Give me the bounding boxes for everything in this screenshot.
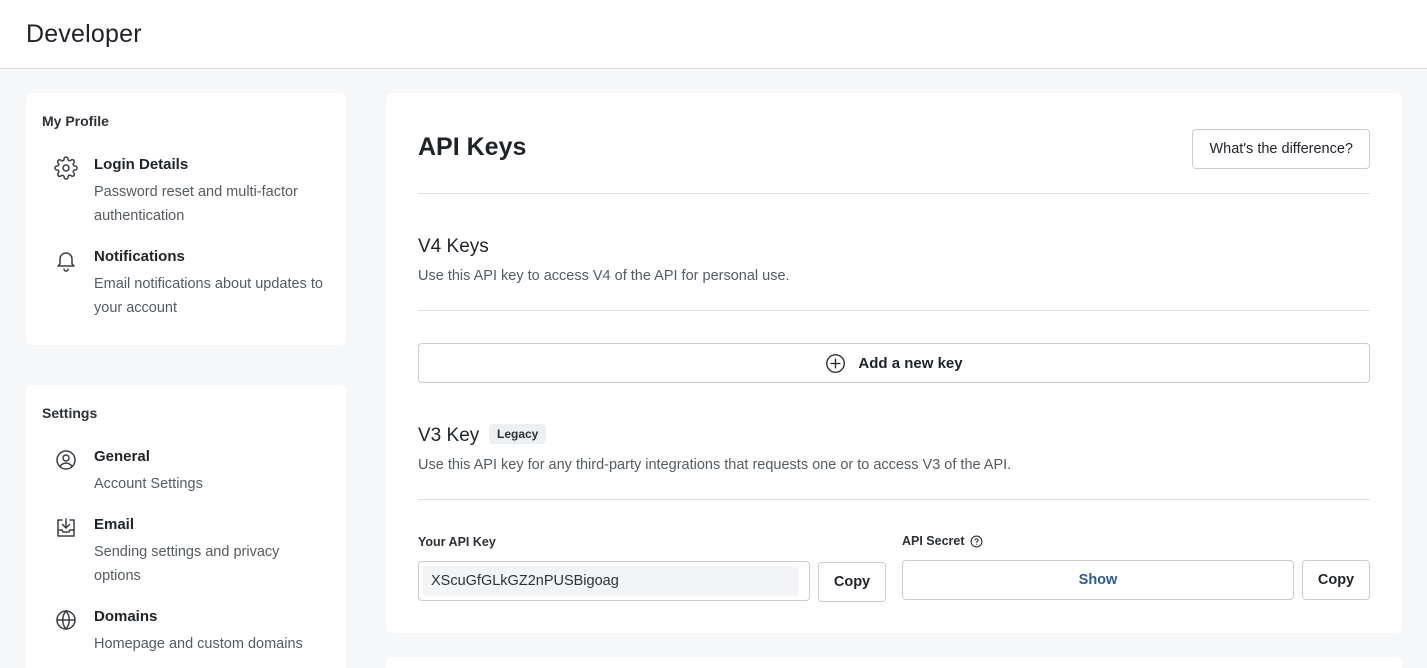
v3-key-title: V3 Key: [418, 425, 480, 446]
api-key-field[interactable]: XScuGfGLkGZ2nPUSBigoag: [418, 561, 810, 601]
sidebar-item-desc: Sending settings and privacy options: [94, 544, 280, 584]
sidebar-item-desc: Password reset and multi-factor authenti…: [94, 184, 298, 224]
page-title: Developer: [26, 20, 142, 48]
globe-icon: [54, 608, 78, 632]
api-secret-label-text: API Secret: [902, 534, 965, 548]
divider: [418, 499, 1370, 500]
v4-keys-desc: Use this API key to access V4 of the API…: [418, 268, 790, 284]
copy-api-key-button[interactable]: Copy: [818, 562, 886, 602]
sidebar-item-notifications[interactable]: Notifications Email notifications about …: [42, 248, 332, 318]
sidebar-item-title: General: [94, 448, 150, 465]
api-keys-title: API Keys: [418, 133, 527, 161]
sidebar-item-desc: Account Settings: [94, 476, 203, 492]
copy-api-secret-button[interactable]: Copy: [1302, 560, 1370, 600]
v3-key-desc: Use this API key for any third-party int…: [418, 457, 1012, 473]
api-key-label: Your API Key: [418, 535, 496, 549]
add-new-key-button[interactable]: Add a new key: [418, 343, 1370, 383]
gear-icon: [54, 156, 78, 180]
api-secret-label: API Secret: [902, 534, 983, 548]
api-key-label-text: Your API Key: [418, 535, 496, 549]
inbox-download-icon: [54, 516, 78, 540]
divider: [418, 193, 1370, 194]
sidebar-item-title: Login Details: [94, 156, 189, 173]
v4-keys-title: V4 Keys: [418, 236, 489, 257]
next-card: [386, 657, 1402, 668]
sidebar-item-title: Domains: [94, 608, 158, 625]
sidebar-item-title: Notifications: [94, 248, 185, 265]
sidebar-item-general[interactable]: General Account Settings: [42, 448, 332, 494]
top-bar: Developer: [0, 0, 1427, 69]
legacy-badge: Legacy: [489, 424, 547, 444]
add-new-key-label: Add a new key: [858, 354, 963, 372]
show-api-secret-button[interactable]: Show: [902, 560, 1294, 600]
sidebar-item-login-details[interactable]: Login Details Password reset and multi-f…: [42, 156, 332, 226]
divider: [418, 310, 1370, 311]
api-key-value[interactable]: XScuGfGLkGZ2nPUSBigoag: [423, 566, 799, 596]
sidebar-item-domains[interactable]: Domains Homepage and custom domains: [42, 608, 332, 654]
sidebar-item-title: Email: [94, 516, 135, 533]
user-circle-icon: [54, 448, 78, 472]
settings-heading: Settings: [42, 405, 98, 421]
settings-card: Settings General Account Settings Email …: [26, 385, 346, 668]
api-keys-card: API Keys What's the difference? V4 Keys …: [386, 93, 1402, 633]
profile-heading: My Profile: [42, 113, 109, 129]
help-circle-icon[interactable]: [970, 535, 983, 548]
profile-card: My Profile Login Details Password reset …: [26, 93, 346, 345]
plus-circle-icon: [825, 353, 846, 374]
bell-icon: [54, 248, 78, 272]
whats-the-difference-button[interactable]: What's the difference?: [1192, 129, 1370, 169]
sidebar-item-email[interactable]: Email Sending settings and privacy optio…: [42, 516, 332, 586]
sidebar-item-desc: Homepage and custom domains: [94, 636, 303, 652]
sidebar-item-desc: Email notifications about updates to you…: [94, 276, 323, 316]
